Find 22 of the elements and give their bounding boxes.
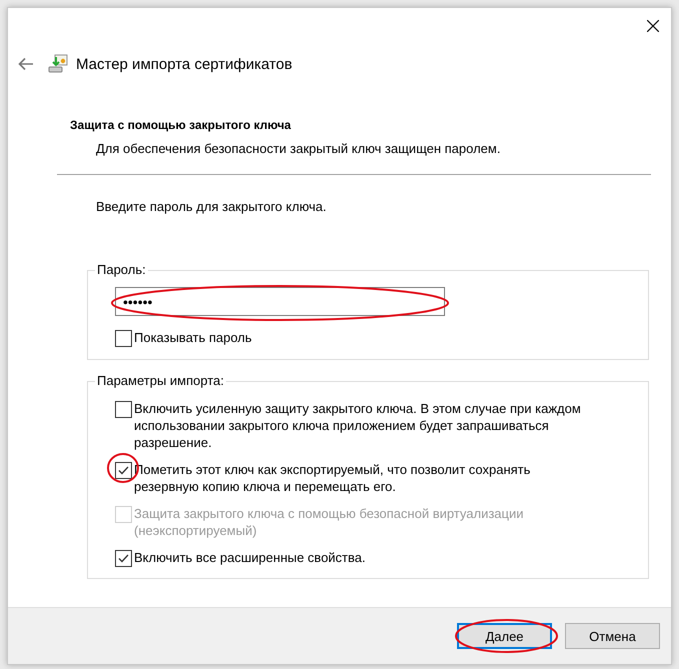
window-title: Мастер импорта сертификатов [76, 56, 292, 72]
checkbox[interactable] [115, 550, 132, 567]
instruction-text: Введите пароль для закрытого ключа. [96, 199, 328, 214]
checkmark-icon [118, 554, 129, 563]
next-button[interactable]: Далее [457, 623, 552, 649]
certificate-icon [48, 54, 68, 74]
checkbox[interactable] [115, 330, 132, 347]
checkbox[interactable] [115, 462, 132, 479]
group-legend: Параметры импорта: [95, 373, 226, 388]
back-arrow-icon[interactable] [18, 57, 34, 71]
checkbox-label: Защита закрытого ключа с помощью безопасной виртуализации (неэкспортируемый) [134, 505, 524, 539]
password-field[interactable]: •••••• [115, 287, 445, 316]
checkmark-icon [118, 466, 129, 475]
section-heading: Защита с помощью закрытого ключа [70, 118, 292, 132]
checkbox-label: Включить все расширенные свойства. [134, 549, 366, 566]
checkbox-label: Показывать пароль [134, 329, 252, 346]
section-description: Для обеспечения безопасности закрытый ключ защищен паролем. [96, 141, 502, 156]
checkbox[interactable] [115, 401, 132, 418]
group-legend: Пароль: [95, 262, 148, 277]
cancel-button[interactable]: Отмена [565, 623, 660, 649]
checkbox-label: Включить усиленную защиту закрытого ключа. В этом случае при каждом использовании закрытого ключа приложением будет запрашиваться разрешение. [134, 400, 582, 451]
close-icon[interactable] [647, 20, 659, 32]
